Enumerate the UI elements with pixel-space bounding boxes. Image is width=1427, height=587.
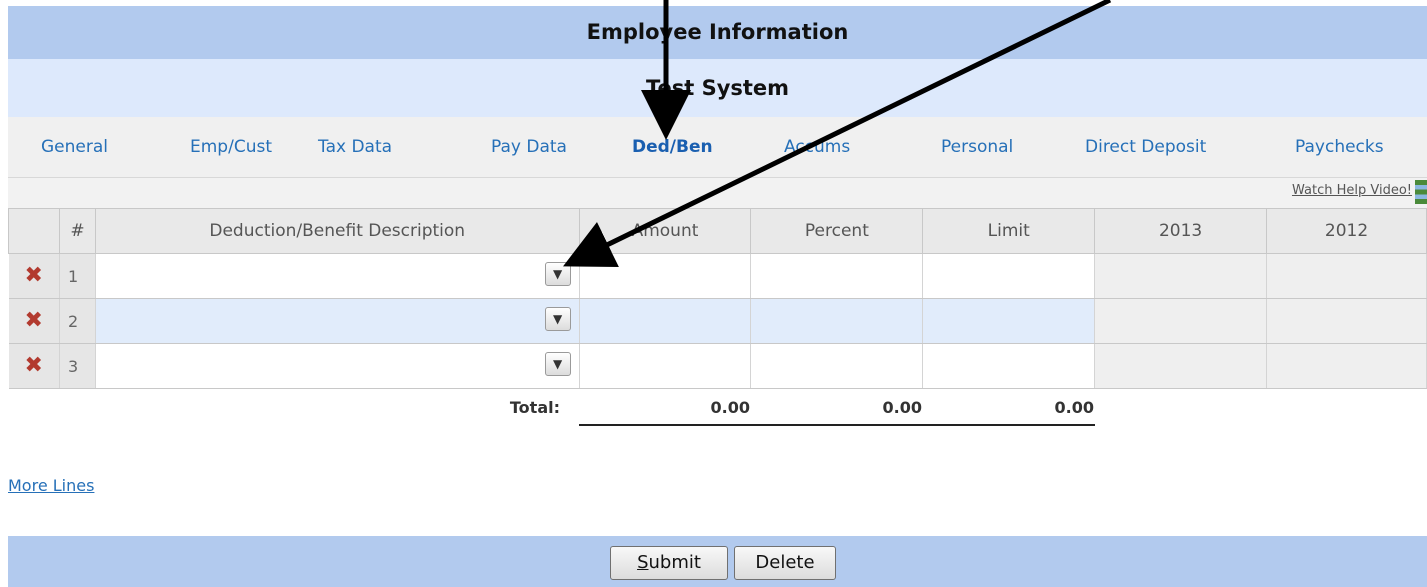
header-num: # <box>58 208 96 254</box>
total-label: Total: <box>509 398 560 417</box>
table-header-row: # Deduction/Benefit Description Amount P… <box>8 208 1427 254</box>
help-row: Watch Help Video! <box>8 178 1427 208</box>
year-2012-cell <box>1266 298 1427 344</box>
header-amount: Amount <box>578 208 752 254</box>
row-number: 1 <box>59 253 96 299</box>
footer-bar: Submit Delete <box>8 536 1427 587</box>
close-icon[interactable]: ✖ <box>25 308 43 333</box>
header-2012: 2012 <box>1266 208 1427 254</box>
limit-input[interactable] <box>922 343 1096 389</box>
total-percent: 0.00 <box>882 398 922 417</box>
deduction-table: # Deduction/Benefit Description Amount P… <box>8 208 1427 389</box>
submit-mnemonic: S <box>637 552 649 573</box>
year-2013-cell <box>1094 343 1268 389</box>
watch-help-video-link[interactable]: Watch Help Video! <box>1292 183 1412 198</box>
limit-input[interactable] <box>922 298 1096 344</box>
amount-input[interactable] <box>579 253 752 299</box>
year-2012-cell <box>1266 343 1427 389</box>
close-icon[interactable]: ✖ <box>25 263 43 288</box>
table-row: ✖ 3 ▼ <box>8 343 1427 389</box>
total-amount: 0.00 <box>710 398 750 417</box>
tab-pay-data[interactable]: Pay Data <box>491 117 567 177</box>
year-2012-cell <box>1266 253 1427 299</box>
description-select[interactable]: ▼ <box>95 298 580 344</box>
tab-paychecks[interactable]: Paychecks <box>1295 117 1384 177</box>
percent-input[interactable] <box>750 253 924 299</box>
tab-accums[interactable]: Accums <box>784 117 850 177</box>
page-title: Employee Information <box>8 6 1427 59</box>
year-2013-cell <box>1094 298 1268 344</box>
employee-information-panel: Employee Information Test System General… <box>8 6 1427 587</box>
tab-tax-data[interactable]: Tax Data <box>318 117 392 177</box>
film-icon[interactable] <box>1415 180 1427 204</box>
tab-direct-deposit[interactable]: Direct Deposit <box>1085 117 1206 177</box>
header-2013: 2013 <box>1094 208 1268 254</box>
chevron-down-icon[interactable]: ▼ <box>544 307 571 331</box>
tab-ded-ben[interactable]: Ded/Ben <box>632 117 713 177</box>
more-lines-link[interactable]: More Lines <box>8 476 94 495</box>
total-limit: 0.00 <box>1054 398 1094 417</box>
delete-cell: ✖ <box>8 253 60 299</box>
amount-input[interactable] <box>579 298 752 344</box>
percent-input[interactable] <box>750 343 924 389</box>
header-description: Deduction/Benefit Description <box>94 208 580 254</box>
tab-emp-cust[interactable]: Emp/Cust <box>190 117 272 177</box>
row-number: 2 <box>59 298 96 344</box>
header-delete <box>8 208 60 254</box>
tab-personal[interactable]: Personal <box>941 117 1013 177</box>
chevron-down-icon[interactable]: ▼ <box>544 352 571 376</box>
chevron-down-icon[interactable]: ▼ <box>544 262 571 286</box>
limit-input[interactable] <box>922 253 1096 299</box>
page-subtitle: Test System <box>8 59 1427 117</box>
submit-label: ubmit <box>648 552 701 573</box>
tab-bar: General Emp/Cust Tax Data Pay Data Ded/B… <box>8 117 1427 178</box>
percent-input[interactable] <box>750 298 924 344</box>
tab-general[interactable]: General <box>41 117 108 177</box>
amount-input[interactable] <box>579 343 752 389</box>
header-limit: Limit <box>922 208 1096 254</box>
close-icon[interactable]: ✖ <box>25 353 43 378</box>
delete-button[interactable]: Delete <box>734 546 836 580</box>
description-select[interactable]: ▼ <box>95 253 580 299</box>
table-row: ✖ 1 ▼ <box>8 253 1427 299</box>
year-2013-cell <box>1094 253 1268 299</box>
total-underline <box>579 424 1095 426</box>
delete-cell: ✖ <box>8 298 60 344</box>
row-number: 3 <box>59 343 96 389</box>
description-select[interactable]: ▼ <box>95 343 580 389</box>
table-row: ✖ 2 ▼ <box>8 298 1427 344</box>
header-percent: Percent <box>750 208 924 254</box>
delete-cell: ✖ <box>8 343 60 389</box>
submit-button[interactable]: Submit <box>610 546 728 580</box>
